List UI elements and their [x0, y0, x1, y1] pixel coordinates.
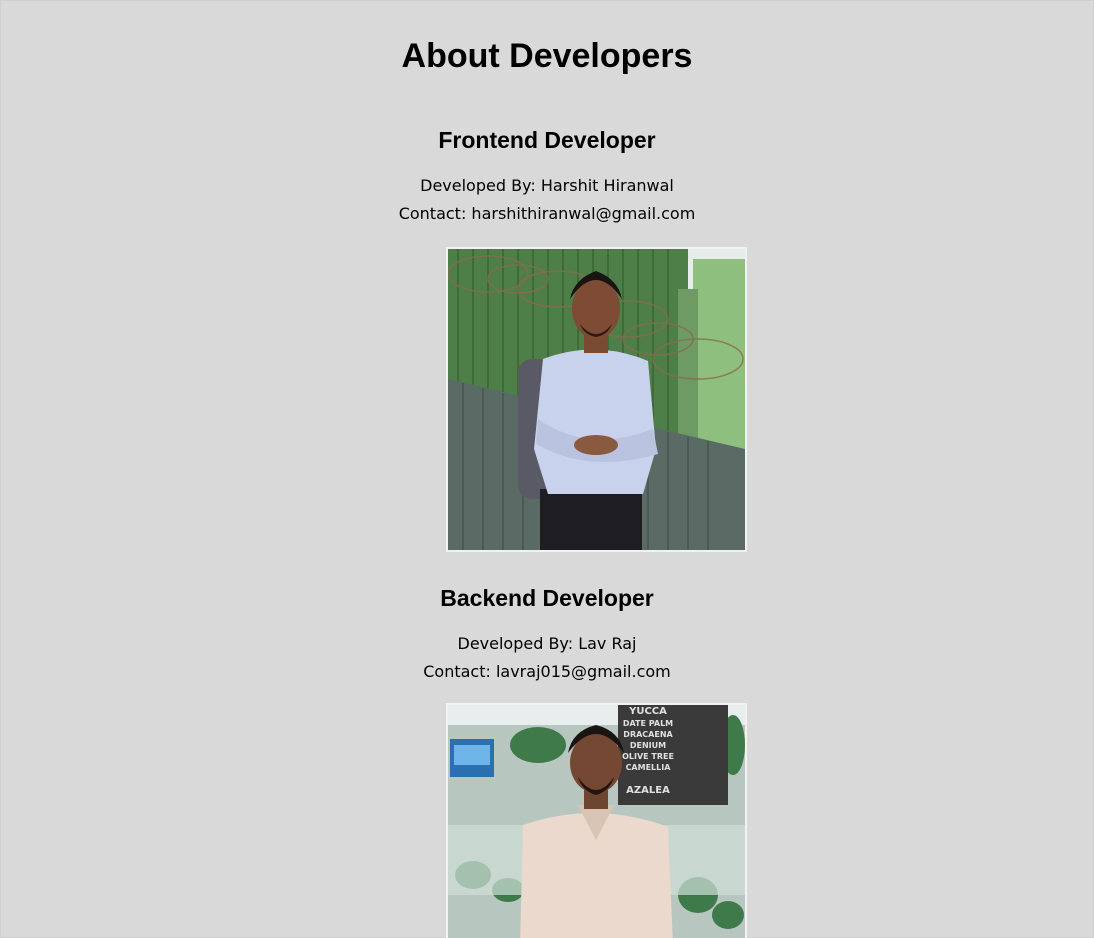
svg-text:CAMELLIA: CAMELLIA	[626, 763, 672, 772]
svg-text:AZALEA: AZALEA	[626, 785, 670, 796]
developer-contact: Contact: lavraj015@gmail.com	[423, 662, 671, 681]
developer-role: Backend Developer	[440, 585, 654, 611]
developer-name: Developed By: Lav Raj	[457, 634, 637, 653]
svg-text:YUCCA: YUCCA	[628, 706, 667, 717]
page-title: About Developers	[401, 37, 693, 75]
backend-developer-photo: YUCCA DATE PALM DRACAENA DENIUM OLIVE TR…	[446, 703, 747, 938]
person-photo-icon	[448, 249, 745, 550]
developer-contact: Contact: harshithiranwal@gmail.com	[398, 204, 696, 223]
developer-role: Frontend Developer	[438, 127, 656, 153]
person-photo-icon: YUCCA DATE PALM DRACAENA DENIUM OLIVE TR…	[448, 705, 745, 938]
svg-text:DATE PALM: DATE PALM	[623, 719, 673, 728]
developer-card-backend: Backend Developer Developed By: Lav Raj …	[0, 584, 1094, 686]
developer-name: Developed By: Harshit Hiranwal	[420, 176, 674, 195]
svg-text:DENIUM: DENIUM	[630, 741, 666, 750]
svg-text:DRACAENA: DRACAENA	[623, 730, 673, 739]
developer-card-frontend: Frontend Developer Developed By: Harshit…	[0, 126, 1094, 228]
frontend-developer-photo	[446, 247, 747, 552]
svg-text:OLIVE TREE: OLIVE TREE	[622, 752, 674, 761]
